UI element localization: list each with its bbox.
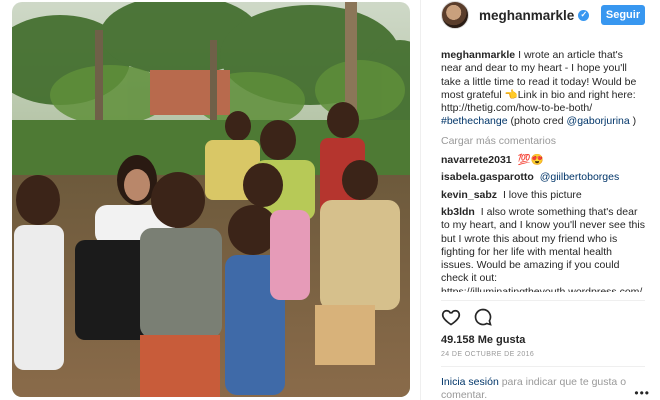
comment-icon[interactable] [473,307,493,327]
load-more-comments-link[interactable]: Cargar más comentarios [441,135,645,148]
more-options-icon[interactable]: ••• [634,386,650,400]
caption: meghanmarkle I wrote an article that's ne… [441,49,645,129]
comment-text: I also wrote something that's dear to my… [441,205,645,292]
divider [441,366,645,367]
photo-illustration [12,2,410,397]
comment-item: isabela.gasparotto @giilbertoborges [441,171,645,184]
comment-author[interactable]: navarrete2031 [441,154,512,166]
caption-hashtag[interactable]: #bethechange [441,115,508,127]
comment-text: I love this picture [502,188,582,201]
divider [441,300,645,301]
post-header: meghanmarkle ✓ Seguir [421,0,660,30]
caption-text-4: ) [629,115,637,128]
caption-mention[interactable]: @gaborjurina [567,115,630,127]
comment-clip: kb3ldn I also wrote something that's dea… [441,206,645,292]
post-date: 24 de octubre de 2016 [441,351,535,358]
comment-author[interactable]: isabela.gasparotto [441,171,534,183]
post-actions [441,307,493,327]
comment-mention[interactable]: @giilbertoborges [540,171,620,183]
comment-author[interactable]: kb3ldn [441,206,475,218]
verified-badge-icon: ✓ [578,9,590,21]
likes-count[interactable]: 49.158 Me gusta [441,334,525,346]
heart-icon[interactable] [441,307,461,327]
comment-item: navarrete2031 💯😍 [441,154,645,167]
login-prompt: Inicia sesión para indicar que te gusta … [441,376,631,400]
comment-text: 💯😍 [517,154,544,167]
follow-button[interactable]: Seguir [601,5,645,25]
caption-author[interactable]: meghanmarkle [441,49,515,61]
post-photo[interactable] [0,0,420,400]
avatar[interactable] [441,1,469,29]
login-link[interactable]: Inicia sesión [441,376,499,388]
comment-item: kb3ldn I also wrote something that's dea… [441,206,645,292]
pointing-left-emoji: 👈 [504,88,518,101]
comment-item: kevin_sabz I love this picture [441,189,645,202]
comments-section: meghanmarkle I wrote an article that's ne… [441,49,645,292]
caption-text-3: (photo cred [507,115,567,128]
post-sidebar: meghanmarkle ✓ Seguir meghanmarkle I wrot… [420,0,660,400]
comment-author[interactable]: kevin_sabz [441,189,497,201]
header-username[interactable]: meghanmarkle [479,8,574,23]
